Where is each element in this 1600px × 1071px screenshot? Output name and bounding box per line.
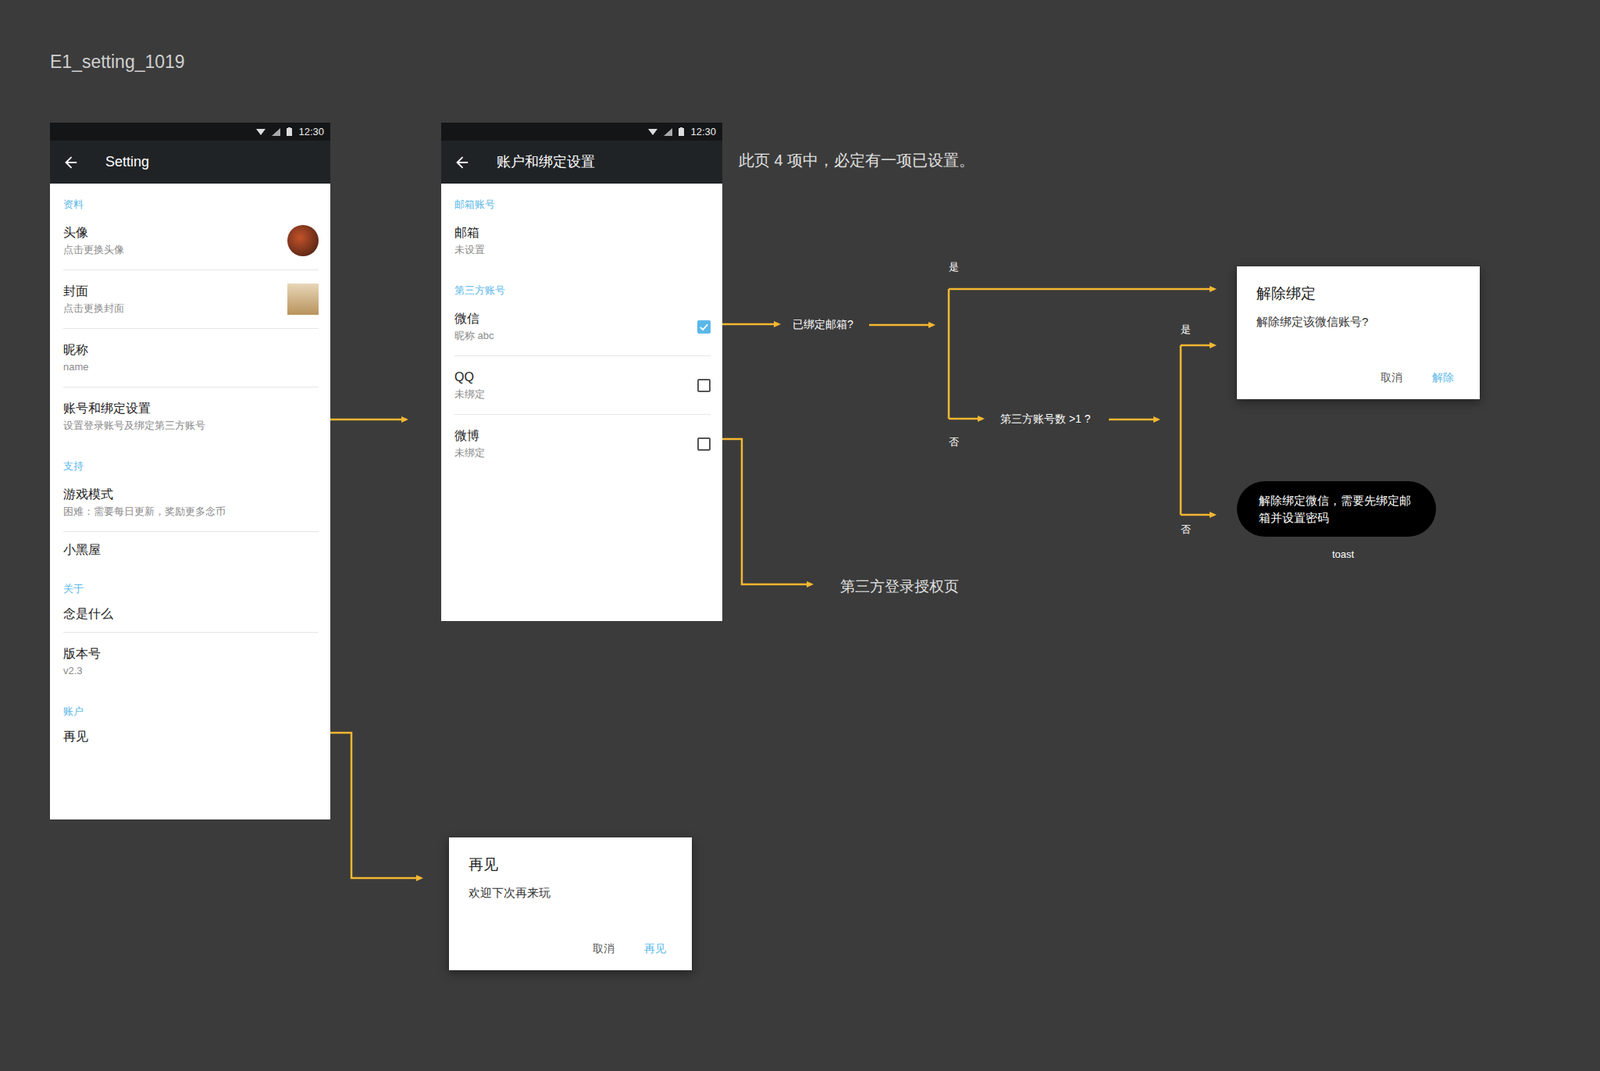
- toast-text: 解除绑定微信，需要先绑定邮箱并设置密码: [1258, 491, 1412, 527]
- section-header: 资料: [49, 183, 331, 212]
- row-subtitle: name: [63, 359, 90, 375]
- status-time: 12:30: [690, 125, 717, 139]
- design-canvas: E1_setting_101912:30Setting资料头像点击更换头像封面点…: [0, 0, 1600, 1071]
- setting-row[interactable]: 再见: [63, 718, 319, 755]
- settings-section: 关于念是什么版本号v2.3: [49, 567, 331, 691]
- count-question: 第三方账号数 >1 ?: [1000, 413, 1091, 425]
- row-subtitle: 点击更换封面: [63, 301, 125, 316]
- toolbar: Setting: [49, 140, 331, 184]
- check-icon: [698, 321, 710, 332]
- dialog-buttons: 取消 再见: [468, 940, 673, 956]
- settings-section: 支持游戏模式困难：需要每日更新，奖励更多念币小黑屋: [49, 445, 331, 568]
- settings-section: 资料头像点击更换头像封面点击更换封面昵称name账号和绑定设置设置登录账号及绑定…: [49, 183, 331, 446]
- settings-screen: 12:30Setting资料头像点击更换头像封面点击更换封面昵称name账号和绑…: [49, 122, 331, 820]
- settings-section: 第三方账号微信昵称 abcQQ未绑定微博未绑定: [441, 269, 723, 473]
- row-title: 账号和绑定设置: [63, 399, 206, 417]
- status-bar: 12:30: [49, 122, 331, 141]
- setting-row[interactable]: 小黑屋: [63, 531, 319, 568]
- row-title: 小黑屋: [63, 541, 101, 559]
- row-subtitle: 困难：需要每日更新，奖励更多念币: [63, 504, 226, 519]
- row-subtitle: 未绑定: [454, 445, 485, 460]
- toolbar-title: Setting: [105, 151, 150, 173]
- row-title: 微博: [454, 427, 485, 445]
- settings-section: 账户再见: [49, 690, 331, 755]
- setting-row[interactable]: 昵称name: [63, 328, 319, 388]
- cover-image[interactable]: [287, 283, 319, 315]
- row-subtitle: 点击更换头像: [63, 242, 125, 257]
- row-title: 版本号: [63, 644, 101, 663]
- note-text: 此页 4 项中，必定有一项已设置。: [738, 152, 975, 168]
- dialog-message: 欢迎下次再来玩: [468, 883, 673, 902]
- setting-row[interactable]: 头像点击更换头像: [63, 211, 319, 271]
- dialog-buttons: 取消 解除: [1256, 369, 1461, 385]
- section-header: 第三方账号: [441, 269, 723, 298]
- row-title: 再见: [63, 727, 89, 745]
- back-arrow-icon[interactable]: [62, 153, 80, 172]
- email-no: 否: [948, 436, 959, 447]
- email-yes: 是: [948, 261, 959, 272]
- row-title: 微信: [454, 310, 495, 328]
- row-title: 邮箱: [454, 224, 485, 242]
- row-subtitle: 设置登录账号及绑定第三方账号: [63, 418, 206, 433]
- dialog-message: 解除绑定该微信账号?: [1256, 313, 1461, 331]
- dialog-button[interactable]: 取消: [1380, 369, 1403, 385]
- signal-icon: [663, 128, 673, 136]
- bye-dialog: 再见欢迎下次再来玩取消再见: [448, 837, 692, 970]
- setting-row[interactable]: 微信昵称 abc: [454, 297, 711, 357]
- setting-row[interactable]: 微博未绑定: [454, 414, 711, 473]
- dialog-button[interactable]: 解除: [1432, 369, 1454, 385]
- setting-row[interactable]: 账号和绑定设置设置登录账号及绑定第三方账号: [63, 387, 319, 446]
- signal-icon: [271, 128, 281, 136]
- row-title: 念是什么: [63, 605, 114, 623]
- settings-list: 邮箱账号邮箱未设置第三方账号微信昵称 abcQQ未绑定微博未绑定: [441, 183, 723, 473]
- row-title: 头像: [63, 224, 125, 242]
- page-title: E1_setting_1019: [49, 53, 186, 72]
- row-title: 游戏模式: [63, 485, 226, 503]
- avatar-image[interactable]: [287, 224, 319, 257]
- toast-caption: toast: [1332, 548, 1355, 560]
- wifi-icon: [648, 128, 658, 136]
- settings-section: 邮箱账号邮箱未设置: [441, 183, 723, 270]
- bind-checkbox[interactable]: [697, 437, 711, 451]
- status-bar: 12:30: [441, 122, 723, 141]
- bind-checkbox[interactable]: [697, 378, 711, 392]
- setting-row[interactable]: 游戏模式困难：需要每日更新，奖励更多念币: [63, 473, 319, 532]
- setting-row[interactable]: 版本号v2.3: [63, 632, 319, 691]
- row-title: 封面: [63, 282, 125, 300]
- section-header: 关于: [49, 567, 331, 596]
- row-subtitle: 未绑定: [454, 387, 485, 402]
- account-screen: 12:30账户和绑定设置邮箱账号邮箱未设置第三方账号微信昵称 abcQQ未绑定微…: [441, 122, 723, 621]
- status-time: 12:30: [298, 125, 325, 139]
- toolbar: 账户和绑定设置: [441, 140, 723, 184]
- dialog-title: 解除绑定: [1256, 283, 1461, 304]
- row-subtitle: 未设置: [454, 242, 485, 257]
- count-yes: 是: [1180, 324, 1191, 335]
- back-arrow-icon[interactable]: [453, 153, 471, 172]
- toolbar-title: 账户和绑定设置: [496, 151, 596, 173]
- bind-checkbox[interactable]: [697, 320, 711, 334]
- setting-row[interactable]: 念是什么: [63, 595, 319, 633]
- section-header: 账户: [49, 690, 331, 719]
- row-subtitle: 昵称 abc: [454, 328, 495, 343]
- row-subtitle: v2.3: [63, 663, 101, 678]
- auth-page-label: 第三方登录授权页: [840, 578, 959, 594]
- setting-row[interactable]: QQ未绑定: [454, 356, 711, 415]
- section-header: 邮箱账号: [441, 183, 723, 212]
- setting-row[interactable]: 封面点击更换封面: [63, 270, 319, 329]
- dialog-button[interactable]: 再见: [644, 940, 667, 956]
- count-no: 否: [1180, 523, 1191, 535]
- section-header: 支持: [49, 445, 331, 474]
- row-title: QQ: [454, 368, 485, 386]
- email-question: 已绑定邮箱?: [792, 318, 854, 330]
- setting-row[interactable]: 邮箱未设置: [454, 211, 711, 270]
- unbind-dialog: 解除绑定解除绑定该微信账号? 取消 解除: [1236, 266, 1480, 400]
- dialog-button[interactable]: 取消: [592, 940, 615, 956]
- battery-icon: [286, 127, 293, 136]
- battery-icon: [678, 127, 685, 136]
- row-title: 昵称: [63, 341, 90, 359]
- settings-list: 资料头像点击更换头像封面点击更换封面昵称name账号和绑定设置设置登录账号及绑定…: [49, 183, 331, 755]
- toast: 解除绑定微信，需要先绑定邮箱并设置密码: [1236, 481, 1437, 537]
- wifi-icon: [256, 128, 266, 136]
- dialog-title: 再见: [468, 854, 673, 875]
